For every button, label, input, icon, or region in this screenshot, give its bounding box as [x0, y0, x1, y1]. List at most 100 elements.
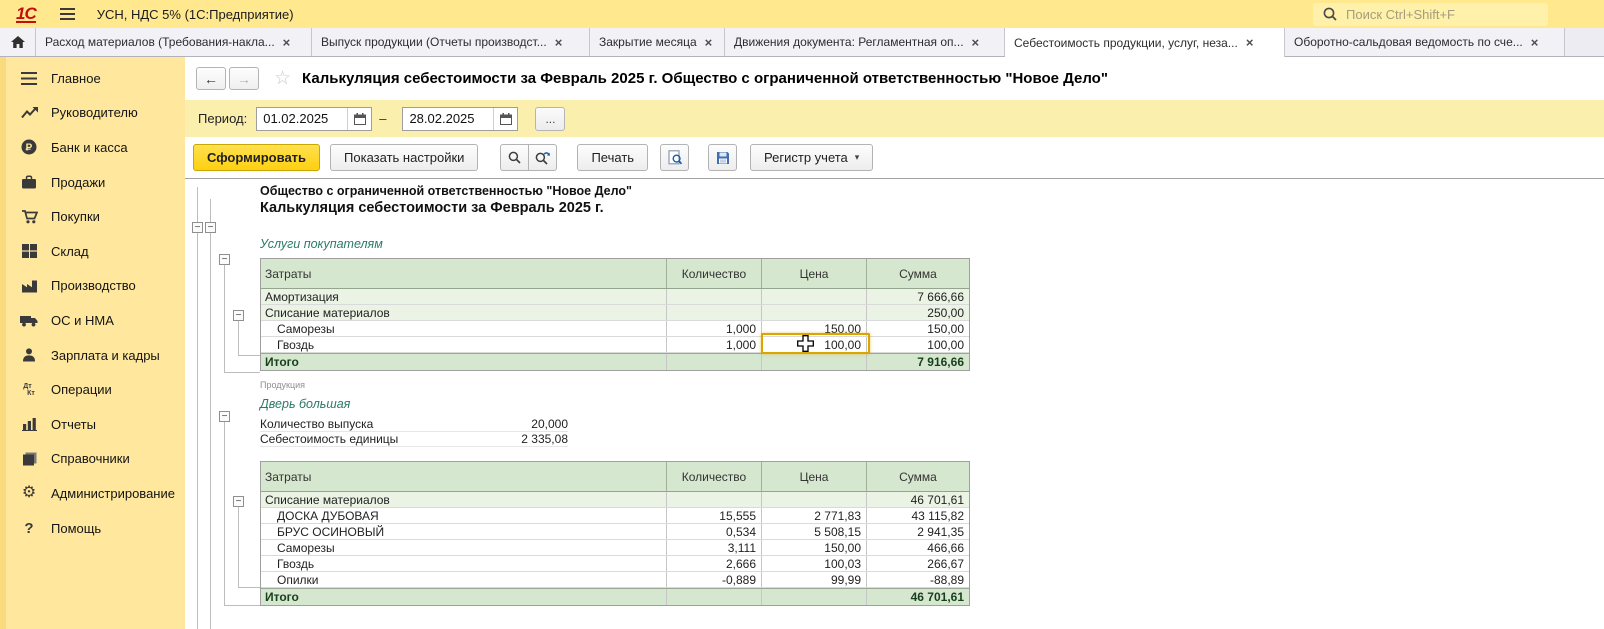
tab-sebestoimost[interactable]: Себестоимость продукции, услуг, неза... … [1005, 28, 1285, 57]
print-button[interactable]: Печать [577, 144, 648, 171]
stat-value[interactable]: 2 335,08 [521, 432, 568, 446]
cell-sum[interactable]: 43 115,82 [867, 508, 969, 523]
cell-price[interactable] [762, 589, 867, 605]
cell-qty[interactable]: 2,666 [667, 556, 762, 571]
tab-home[interactable] [0, 28, 36, 56]
close-icon[interactable]: × [705, 35, 713, 50]
sidebar-item-proizvodstvo[interactable]: Производство [0, 269, 185, 304]
register-button[interactable]: Регистр учета ▾ [750, 144, 873, 171]
tab-zakrytie-mesyaca[interactable]: Закрытие месяца × [590, 28, 725, 56]
cell-name[interactable]: Саморезы [261, 321, 667, 336]
period-to-field[interactable] [402, 107, 518, 131]
cell-sum[interactable]: 7 666,66 [867, 289, 969, 304]
cell-price[interactable] [762, 305, 867, 320]
sidebar-item-rukovoditelyu[interactable]: Руководителю [0, 96, 185, 131]
find-next-button[interactable] [528, 144, 557, 171]
back-button[interactable]: ← [196, 67, 226, 90]
sidebar-item-glavnoe[interactable]: Главное [0, 61, 185, 96]
cell-qty[interactable] [667, 589, 762, 605]
close-icon[interactable]: × [555, 35, 563, 50]
close-icon[interactable]: × [283, 35, 291, 50]
cell-sum[interactable]: 250,00 [867, 305, 969, 320]
period-from-input[interactable] [257, 110, 347, 127]
cell-qty[interactable]: 3,111 [667, 540, 762, 555]
period-more-button[interactable]: ... [535, 107, 565, 131]
calendar-icon[interactable] [347, 108, 371, 130]
cell-qty[interactable]: 0,534 [667, 524, 762, 539]
cell-name[interactable]: БРУС ОСИНОВЫЙ [261, 524, 667, 539]
preview-button[interactable] [660, 144, 689, 171]
tab-vypusk-produkcii[interactable]: Выпуск продукции (Отчеты производст... × [312, 28, 590, 56]
cell-price[interactable]: 99,99 [762, 572, 867, 587]
tab-dvizheniya-dokumenta[interactable]: Движения документа: Регламентная оп... × [725, 28, 1005, 56]
save-button[interactable] [708, 144, 737, 171]
cell-name[interactable]: Гвоздь [261, 337, 667, 352]
sidebar-item-pomosch[interactable]: ? Помощь [0, 511, 185, 546]
cell-name[interactable]: Итого [261, 589, 667, 605]
cell-qty[interactable] [667, 289, 762, 304]
cell-qty[interactable] [667, 492, 762, 507]
cell-qty[interactable] [667, 305, 762, 320]
cell-name[interactable]: Списание материалов [261, 305, 667, 320]
collapse-group-button[interactable]: − [219, 254, 230, 265]
cell-sum[interactable]: 2 941,35 [867, 524, 969, 539]
cell-sum[interactable]: -88,89 [867, 572, 969, 587]
tab-rasxod-materialov[interactable]: Расход материалов (Требования-накла... × [36, 28, 312, 56]
stat-value[interactable]: 20,000 [531, 417, 568, 431]
sidebar-item-prodazhi[interactable]: Продажи [0, 165, 185, 200]
cell-name[interactable]: ДОСКА ДУБОВАЯ [261, 508, 667, 523]
cell-sum[interactable]: 466,66 [867, 540, 969, 555]
forward-button[interactable]: → [229, 67, 259, 90]
cell-name[interactable]: Списание материалов [261, 492, 667, 507]
collapse-group-button[interactable]: − [192, 222, 203, 233]
collapse-group-button[interactable]: − [205, 222, 216, 233]
cell-qty[interactable] [667, 354, 762, 370]
period-to-input[interactable] [403, 110, 493, 127]
search-input[interactable] [1344, 6, 1538, 23]
close-icon[interactable]: × [1531, 35, 1539, 50]
cell-price[interactable] [762, 354, 867, 370]
cell-qty[interactable]: 1,000 [667, 337, 762, 352]
collapse-group-button[interactable]: − [219, 411, 230, 422]
cell-sum[interactable]: 46 701,61 [867, 492, 969, 507]
favorite-star-icon[interactable]: ☆ [274, 67, 291, 90]
cell-price[interactable] [762, 289, 867, 304]
sidebar-item-sklad[interactable]: Склад [0, 234, 185, 269]
cell-name[interactable]: Амортизация [261, 289, 667, 304]
cell-name[interactable]: Опилки [261, 572, 667, 587]
period-from-field[interactable] [256, 107, 372, 131]
cell-name[interactable]: Итого [261, 354, 667, 370]
collapse-group-button[interactable]: − [233, 310, 244, 321]
cell-qty[interactable]: 15,555 [667, 508, 762, 523]
sidebar-item-bank-i-kassa[interactable]: Р Банк и касса [0, 130, 185, 165]
find-button[interactable] [500, 144, 529, 171]
cell-name[interactable]: Гвоздь [261, 556, 667, 571]
cell-price[interactable] [762, 492, 867, 507]
close-icon[interactable]: × [1246, 35, 1254, 50]
main-menu-icon[interactable] [60, 8, 75, 20]
cell-sum[interactable]: 150,00 [867, 321, 969, 336]
sidebar-item-otchety[interactable]: Отчеты [0, 407, 185, 442]
sidebar-item-os-i-nma[interactable]: ОС и НМА [0, 303, 185, 338]
global-search[interactable] [1313, 3, 1548, 26]
close-icon[interactable]: × [972, 35, 980, 50]
cell-price[interactable]: 5 508,15 [762, 524, 867, 539]
cell-sum[interactable]: 46 701,61 [867, 589, 969, 605]
cell-price[interactable]: 100,03 [762, 556, 867, 571]
cell-price[interactable]: 2 771,83 [762, 508, 867, 523]
cell-sum[interactable]: 100,00 [867, 337, 969, 352]
sidebar-item-spravochniki[interactable]: Справочники [0, 442, 185, 477]
cell-qty[interactable]: -0,889 [667, 572, 762, 587]
generate-button[interactable]: Сформировать [193, 144, 320, 171]
cell-price[interactable]: 150,00 [762, 540, 867, 555]
calendar-icon[interactable] [493, 108, 517, 130]
collapse-group-button[interactable]: − [233, 496, 244, 507]
sidebar-item-administrirovanie[interactable]: ⚙ Администрирование [0, 476, 185, 511]
show-settings-button[interactable]: Показать настройки [330, 144, 478, 171]
sidebar-item-pokupki[interactable]: Покупки [0, 199, 185, 234]
sidebar-item-operacii[interactable]: Дт Кт Операции [0, 372, 185, 407]
tab-osv[interactable]: Оборотно-сальдовая ведомость по сче... × [1285, 28, 1565, 56]
cell-sum[interactable]: 266,67 [867, 556, 969, 571]
cell-qty[interactable]: 1,000 [667, 321, 762, 336]
cell-sum[interactable]: 7 916,66 [867, 354, 969, 370]
